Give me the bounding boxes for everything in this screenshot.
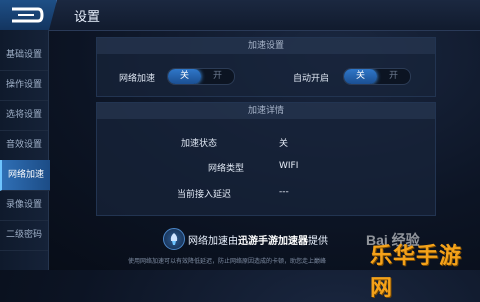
sidebar-item-recording[interactable]: 录像设置 [0,190,48,221]
sidebar-item-controls[interactable]: 操作设置 [0,70,48,101]
accel-status-label: 加速状态 [181,139,218,149]
network-type-label: 网络类型 [208,164,245,174]
auto-start-toggle[interactable]: 关 开 [343,68,411,85]
top-bar: 设置 [0,0,480,31]
site-watermark: 乐华手游网 [370,244,463,301]
accel-details-panel: 加速详情 加速状态 关 网络类型 WIFI 当前接入延迟 --- [96,102,436,216]
sidebar-item-basic[interactable]: 基础设置 [0,40,48,71]
sidebar-item-sound[interactable]: 音效设置 [0,130,48,161]
panel-header: 加速详情 [97,103,435,119]
accel-provider-text: 网络加速由迅游手游加速器提供 [188,232,328,247]
accel-settings-panel: 加速设置 网络加速 关 开 自动开启 关 开 [96,37,436,97]
sidebar-item-hero-select[interactable]: 选将设置 [0,100,48,131]
toggle-on-segment[interactable]: 关 [168,69,201,84]
back-button[interactable] [0,0,57,30]
sidebar: 基础设置 操作设置 选将设置 音效设置 网络加速 录像设置 二级密码 [0,30,50,270]
toggle-off-segment[interactable]: 开 [201,69,234,84]
toggle-on-segment[interactable]: 关 [344,69,377,84]
provider-suffix: 提供 [308,236,328,247]
auto-start-label: 自动开启 [293,74,330,84]
toggle-off-segment[interactable]: 开 [377,69,410,84]
latency-label: 当前接入延迟 [177,190,232,200]
network-accel-toggle[interactable]: 关 开 [167,68,235,85]
provider-name: 迅游手游加速器 [238,236,308,247]
rocket-icon [163,228,185,250]
sidebar-item-network-accel[interactable]: 网络加速 [0,160,50,191]
page-title: 设置 [74,10,101,25]
panel-header: 加速设置 [97,38,435,54]
network-type-value: WIFI [279,161,299,171]
accel-status-value: 关 [279,139,289,149]
provider-prefix: 网络加速由 [188,236,238,247]
network-accel-label: 网络加速 [119,74,156,84]
latency-value: --- [279,187,289,197]
sidebar-item-secondary-password[interactable]: 二级密码 [0,220,48,251]
accel-footnote: 使用网络加速可以有效降低延迟，防止网络原因造成的卡顿，助您走上巅峰 [128,258,327,265]
